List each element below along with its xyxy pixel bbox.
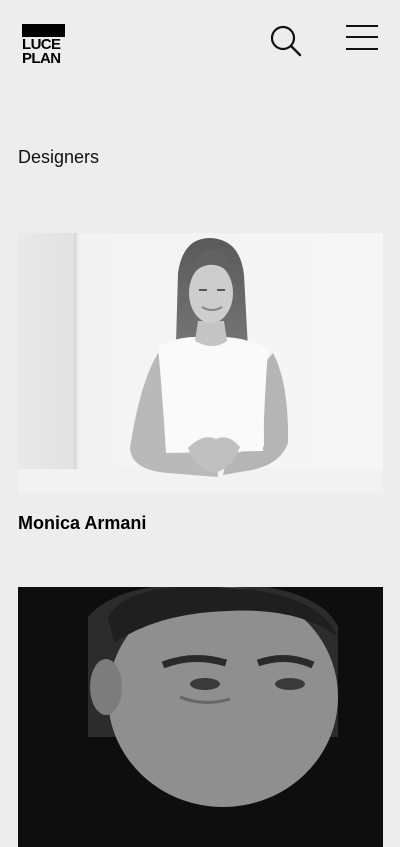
page-title: Designers: [18, 147, 100, 167]
designer-portrait-image: [18, 587, 383, 847]
logo-line-2: PLAN: [22, 50, 61, 67]
designer-card[interactable]: [18, 587, 383, 847]
menu-button[interactable]: [344, 23, 380, 53]
hamburger-menu-icon: [346, 25, 378, 50]
designer-name: Monica Armani: [18, 513, 147, 533]
luceplan-logo[interactable]: LUCE PLAN: [22, 24, 66, 68]
designer-portrait-image: [18, 233, 383, 493]
search-icon: [270, 25, 302, 57]
site-header: LUCE PLAN: [0, 0, 400, 90]
designer-card[interactable]: Monica Armani: [18, 233, 383, 533]
search-button[interactable]: [268, 22, 304, 58]
